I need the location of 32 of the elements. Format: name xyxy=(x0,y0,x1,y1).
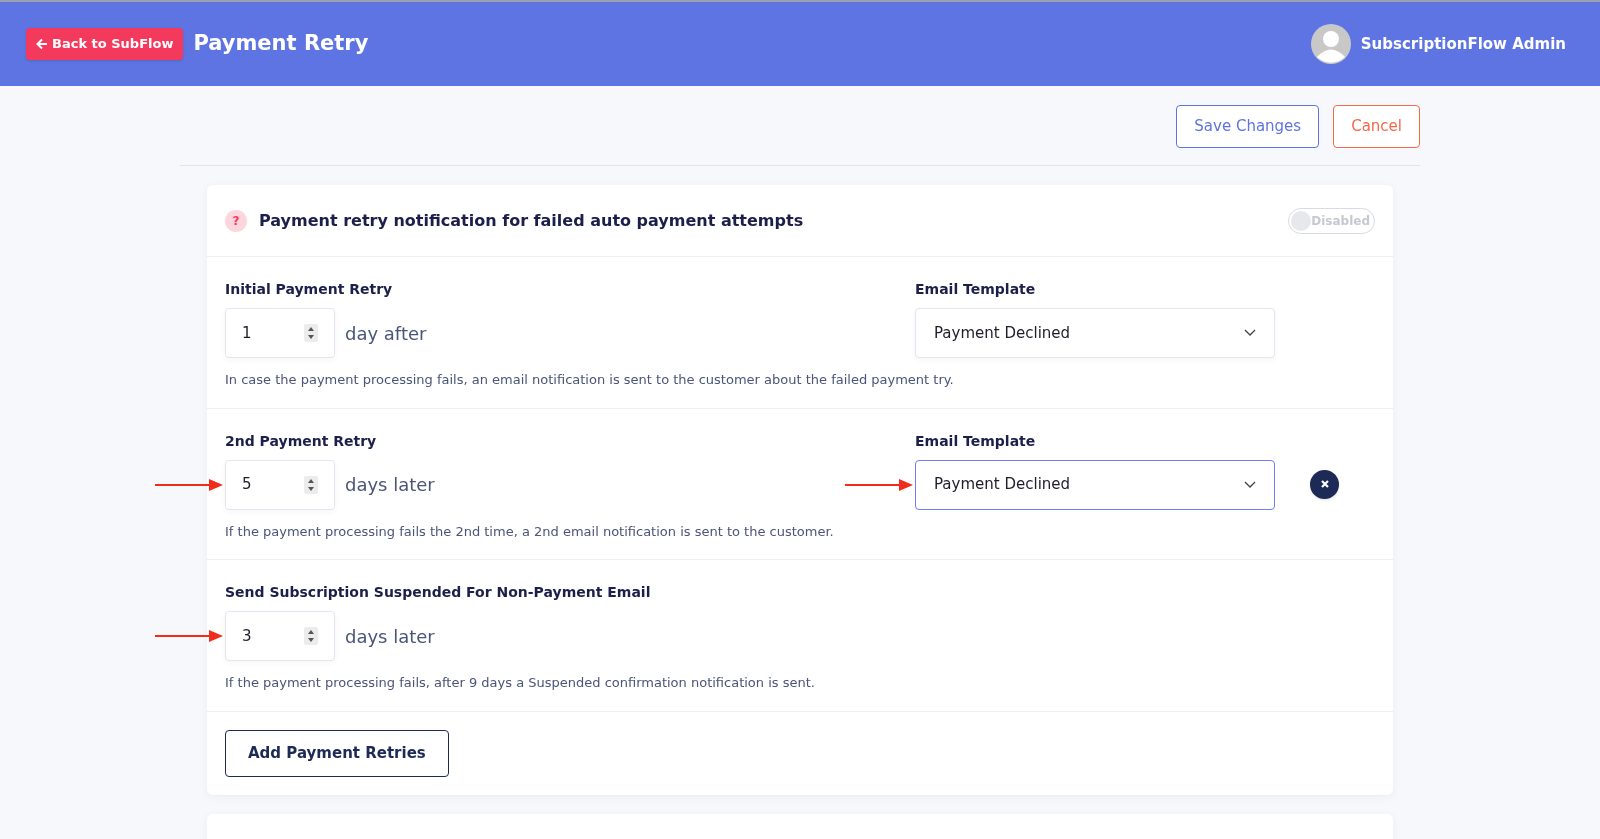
chevron-down-icon xyxy=(1244,480,1256,489)
help-text: In case the payment processing fails, an email notification is sent to the customer about the failed payment try. xyxy=(225,371,955,389)
number-field[interactable]: 1 xyxy=(225,308,335,358)
number-field[interactable]: 3 xyxy=(225,611,335,661)
remove-button[interactable] xyxy=(1310,469,1339,499)
number-field[interactable]: 5 xyxy=(225,459,335,510)
avatar-icon[interactable] xyxy=(1310,24,1351,64)
field-label: Email Template xyxy=(915,280,1037,299)
unit-label: day after xyxy=(345,321,427,346)
help-text: If the payment processing fails the 2nd time, a 2nd email notification is sent to the customer. xyxy=(225,522,835,541)
card-title: Payment retry notification for failed auto payment attempts xyxy=(259,209,804,232)
back-button[interactable]: Back to SubFlow xyxy=(26,28,184,60)
user-name[interactable]: SubscriptionFlow Admin xyxy=(1360,32,1566,56)
field-label: Send Subscription Suspended For Non-Payment Email xyxy=(225,583,652,602)
template-select[interactable]: Payment Declined xyxy=(915,308,1275,358)
spinner-icon[interactable] xyxy=(304,475,318,494)
page-title: Payment Retry xyxy=(193,30,369,58)
add-payment-retries-button[interactable]: Add Payment Retries xyxy=(225,729,449,777)
field-label: Email Template xyxy=(915,431,1037,451)
help-text: If the payment processing fails, after 9 days a Suspended confirmation notification is sent. xyxy=(225,674,816,692)
spinner-icon[interactable] xyxy=(304,324,318,342)
field-label: 2nd Payment Retry xyxy=(225,431,378,451)
template-select[interactable]: Payment Declined xyxy=(915,459,1275,510)
spinner-icon[interactable] xyxy=(304,627,318,645)
chevron-down-icon xyxy=(1244,329,1256,337)
question-icon: ? xyxy=(225,209,247,232)
unit-label: days later xyxy=(345,624,435,649)
save-changes-button[interactable]: Save Changes xyxy=(1176,105,1320,148)
unit-label: days later xyxy=(345,473,435,497)
close-icon xyxy=(1319,479,1330,489)
arrow-left-icon xyxy=(36,38,48,50)
field-label: Initial Payment Retry xyxy=(225,280,394,299)
